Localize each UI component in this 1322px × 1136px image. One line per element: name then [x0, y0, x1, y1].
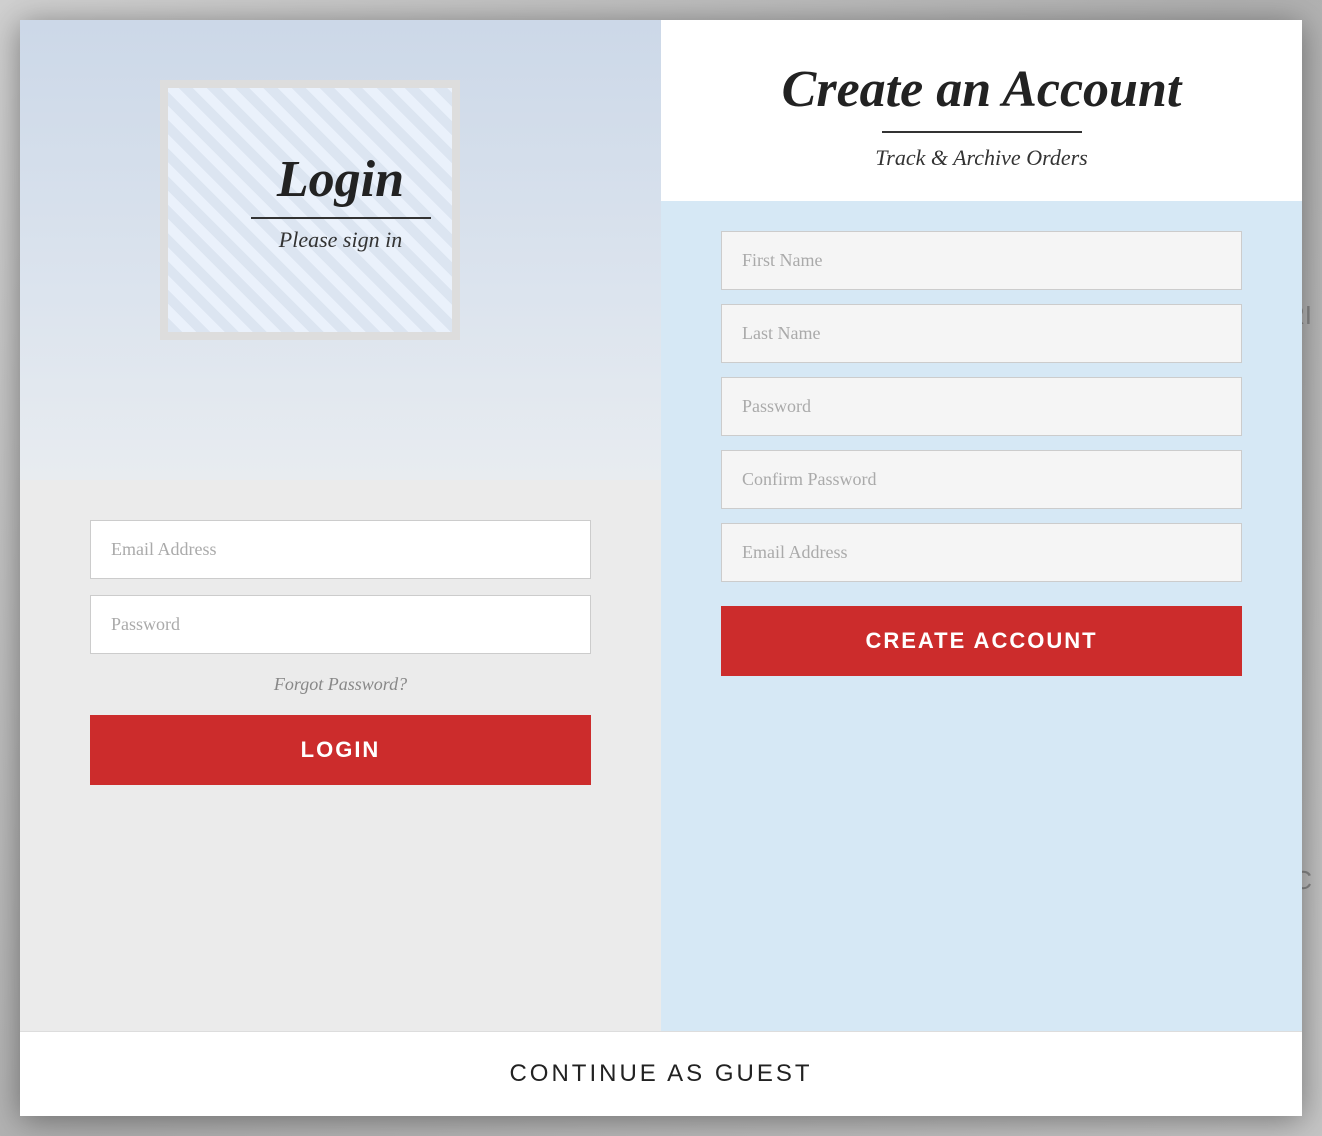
- login-email-input[interactable]: [90, 520, 591, 579]
- login-image-area: Login Please sign in: [20, 20, 661, 480]
- create-account-subtitle: Track & Archive Orders: [721, 145, 1242, 171]
- login-title-divider: [251, 217, 431, 219]
- create-header: Create an Account Track & Archive Orders: [661, 20, 1302, 201]
- login-panel: Login Please sign in Forgot Password? LO…: [20, 20, 661, 1031]
- create-account-button[interactable]: CREATE ACCOUNT: [721, 606, 1242, 676]
- login-password-input[interactable]: [90, 595, 591, 654]
- modal-body: Login Please sign in Forgot Password? LO…: [20, 20, 1302, 1031]
- create-password-input[interactable]: [721, 377, 1242, 436]
- create-form-area: CREATE ACCOUNT: [661, 201, 1302, 1031]
- forgot-password-link[interactable]: Forgot Password?: [90, 674, 591, 695]
- login-button[interactable]: LOGIN: [90, 715, 591, 785]
- confirm-password-input[interactable]: [721, 450, 1242, 509]
- login-form-area: Forgot Password? LOGIN: [20, 480, 661, 1031]
- modal: Login Please sign in Forgot Password? LO…: [20, 20, 1302, 1116]
- login-title: Login: [20, 150, 661, 209]
- modal-footer: CONTINUE AS GUEST: [20, 1031, 1302, 1116]
- login-subtitle: Please sign in: [20, 227, 661, 253]
- last-name-input[interactable]: [721, 304, 1242, 363]
- login-title-overlay: Login Please sign in: [20, 150, 661, 253]
- first-name-input[interactable]: [721, 231, 1242, 290]
- create-panel: Create an Account Track & Archive Orders…: [661, 20, 1302, 1031]
- create-title-divider: [882, 131, 1082, 133]
- continue-as-guest-link[interactable]: CONTINUE AS GUEST: [48, 1060, 1274, 1088]
- create-account-title: Create an Account: [721, 60, 1242, 119]
- create-email-input[interactable]: [721, 523, 1242, 582]
